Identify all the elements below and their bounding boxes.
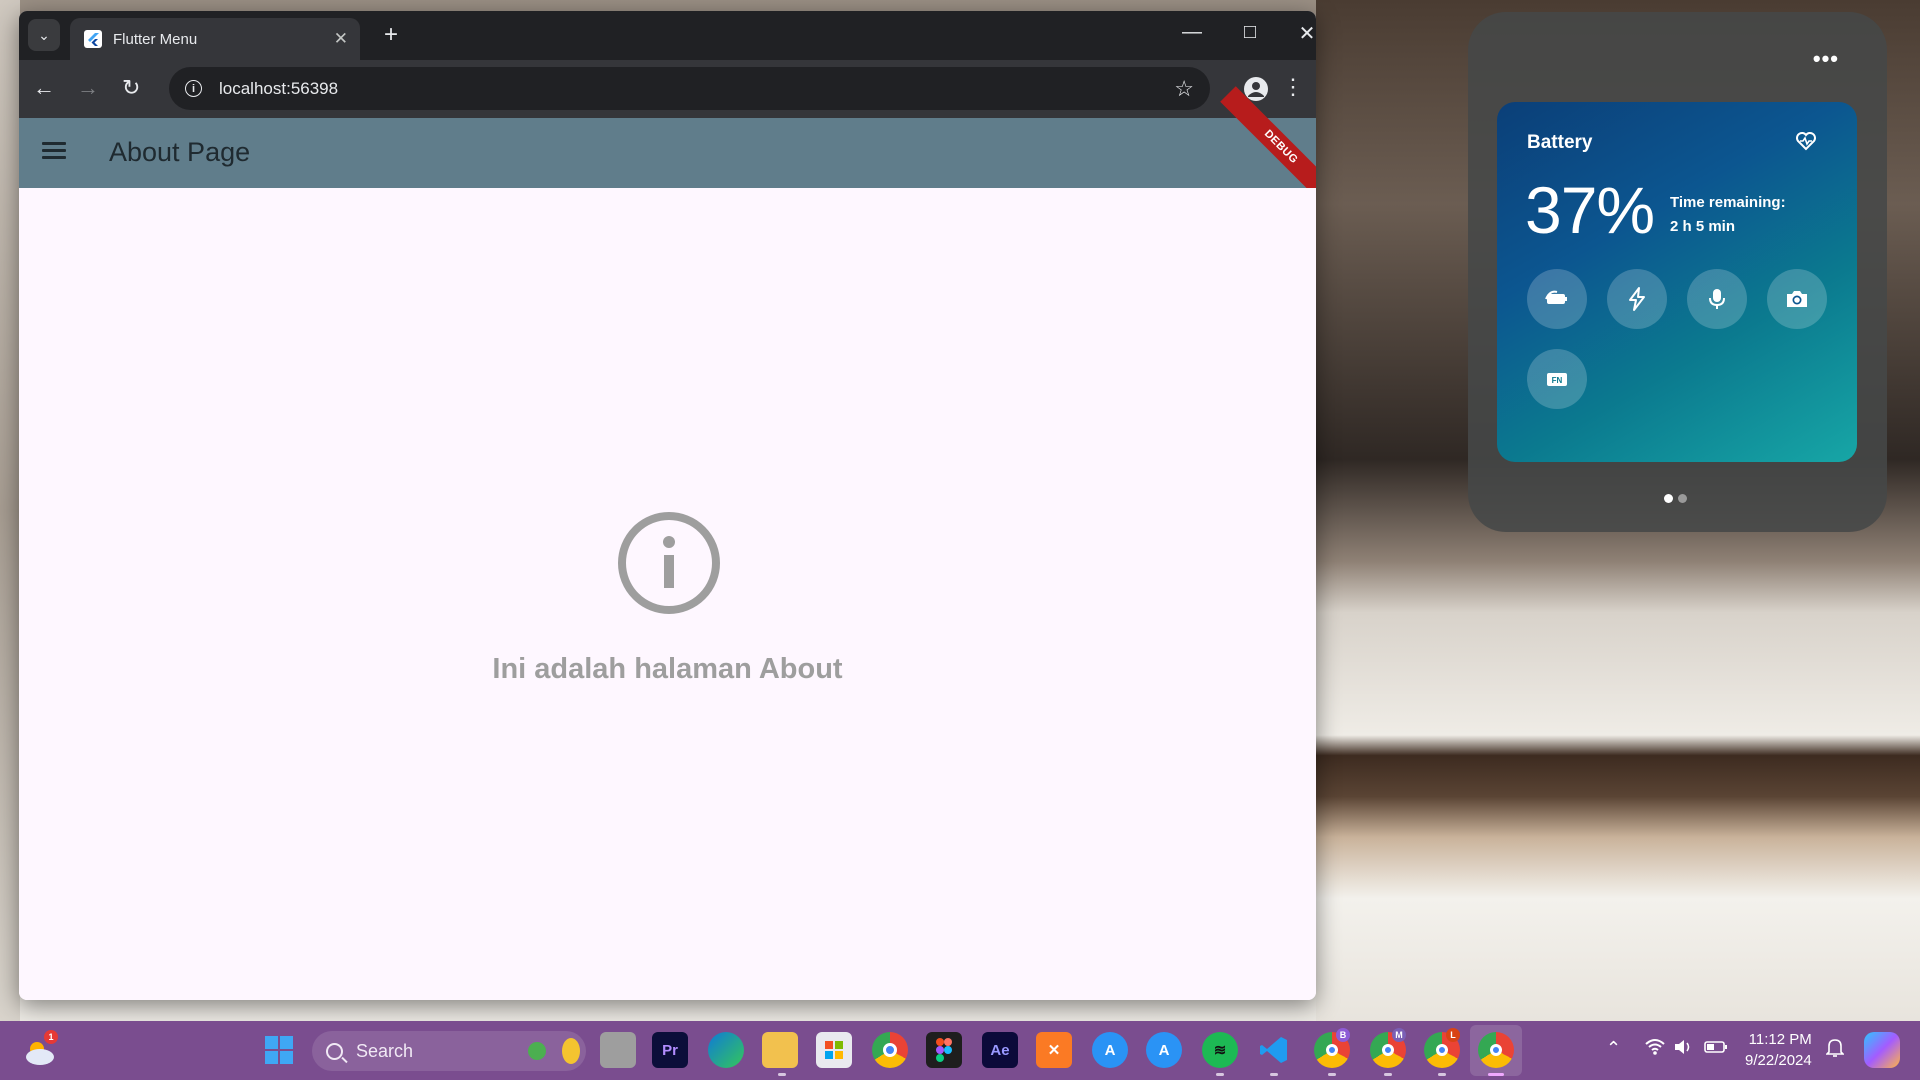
battery-saver-icon [1545,290,1567,304]
microphone-button[interactable] [1687,269,1747,329]
app-store-a-icon[interactable]: A [1092,1032,1128,1068]
bookmark-star-icon[interactable]: ☆ [1174,76,1194,102]
clock-time: 11:12 PM [1748,1031,1812,1048]
page-dot[interactable] [1678,494,1687,503]
desktop-background-left [0,0,20,1021]
edge-icon[interactable] [708,1032,744,1068]
browser-window: ⌄ Flutter Menu ✕ + — □ ✕ ← → ↻ i localho… [19,11,1316,1000]
flutter-favicon-icon [84,30,102,48]
search-icon [326,1042,343,1060]
premiere-pro-icon[interactable]: Pr [652,1032,688,1068]
clock-date: 9/22/2024 [1745,1052,1812,1069]
running-indicator [1328,1073,1336,1076]
reload-button[interactable]: ↻ [122,75,140,101]
maximize-button[interactable]: □ [1227,21,1273,44]
info-icon [618,512,720,614]
chrome-icon[interactable] [872,1032,908,1068]
wifi-icon[interactable] [1645,1038,1665,1061]
battery-saver-button[interactable] [1527,269,1587,329]
vscode-logo-icon [1260,1037,1287,1063]
power-mode-button[interactable] [1607,269,1667,329]
notification-bell-icon[interactable] [1825,1038,1845,1063]
tab-strip: ⌄ Flutter Menu ✕ + — □ ✕ [19,11,1316,60]
store-grid-icon [825,1041,843,1059]
tab-flutter-menu[interactable]: Flutter Menu ✕ [70,18,360,60]
profile-badge-m: M [1392,1028,1406,1042]
battery-health-icon[interactable] [1795,130,1817,152]
minimize-button[interactable]: — [1169,21,1215,44]
browser-menu-button[interactable]: ⋮ [1282,74,1304,100]
running-indicator [1270,1073,1278,1076]
system-clock[interactable]: 11:12 PM 9/22/2024 [1745,1029,1812,1071]
chrome-profile-b-icon[interactable]: B [1314,1028,1350,1068]
tab-search-button[interactable]: ⌄ [28,19,60,51]
page-indicator[interactable] [1664,490,1692,508]
spotify-icon[interactable]: ≋ [1202,1032,1238,1068]
after-effects-icon[interactable]: Ae [982,1032,1018,1068]
microphone-icon [1709,289,1725,309]
menu-icon[interactable] [42,142,66,160]
weather-badge: 1 [44,1030,58,1044]
figma-logo-icon [936,1038,952,1062]
camera-button[interactable] [1767,269,1827,329]
file-explorer-icon[interactable] [762,1032,798,1068]
running-indicator [778,1073,786,1076]
app-bar: About Page DEBUG [19,86,1316,208]
address-bar[interactable]: i localhost:56398 ☆ [169,67,1210,110]
forward-button[interactable]: → [77,75,99,101]
volume-icon[interactable] [1673,1038,1693,1061]
power-mode-icon [1629,287,1645,311]
battery-percentage: 37% [1525,173,1655,247]
fn-key-icon: FN [1547,373,1567,386]
about-message: Ini adalah halaman About [492,653,843,685]
chrome-profile-l-icon[interactable]: L [1424,1028,1460,1068]
search-highlight-icon [528,1038,580,1064]
copilot-icon[interactable] [520,1033,582,1069]
time-remaining-label: Time remaining: [1670,194,1786,211]
copilot-preview-icon[interactable] [1864,1032,1900,1068]
browser-toolbar: ← → ↻ i localhost:56398 ☆ ⋮ [19,60,1316,118]
camera-icon [1787,291,1807,307]
site-info-icon[interactable]: i [185,80,202,97]
fn-key-button[interactable]: FN [1527,349,1587,409]
new-tab-button[interactable]: + [384,23,398,47]
active-indicator [1488,1073,1504,1076]
chrome-profile-m-icon[interactable]: M [1370,1028,1406,1068]
running-indicator [1438,1073,1446,1076]
file-manager-icon[interactable] [600,1032,636,1068]
windows-start-icon[interactable] [264,1035,294,1065]
battery-flyout: ••• Battery 37% Time remaining: 2 h 5 mi… [1468,12,1887,532]
url-text[interactable]: localhost:56398 [219,79,1174,99]
show-hidden-icons-chevron-icon[interactable]: ⌃ [1606,1038,1621,1059]
page-title: About Page [109,137,251,167]
microsoft-store-icon[interactable] [816,1032,852,1068]
running-indicator [1384,1073,1392,1076]
weather-widget[interactable]: 1 [22,1030,58,1070]
svg-text:FN: FN [1552,376,1563,385]
close-tab-icon[interactable]: ✕ [334,29,348,49]
battery-label: Battery [1527,132,1593,153]
xampp-icon[interactable]: ✕ [1036,1032,1072,1068]
vscode-icon[interactable] [1256,1032,1292,1068]
back-button[interactable]: ← [33,75,55,101]
page-dot-active[interactable] [1664,494,1673,503]
battery-card: Battery 37% Time remaining: 2 h 5 min FN [1497,102,1857,462]
chevron-down-icon: ⌄ [38,26,50,43]
taskbar: 1 Search Pr Ae ✕ A A ≋ B M L ⌃ 11:12 PM … [0,1021,1920,1080]
close-window-button[interactable]: ✕ [1284,21,1316,46]
figma-icon[interactable] [926,1032,962,1068]
time-remaining-value: 2 h 5 min [1670,218,1736,235]
profile-badge-b: B [1336,1028,1350,1042]
chrome-active-icon[interactable] [1478,1032,1514,1068]
battery-icon[interactable] [1704,1038,1728,1061]
search-placeholder: Search [356,1040,414,1061]
more-options-icon[interactable]: ••• [1813,46,1839,72]
running-indicator [1216,1073,1224,1076]
profile-badge-l: L [1446,1028,1460,1042]
app-store-b-icon[interactable]: A [1146,1032,1182,1068]
app-body: Ini adalah halaman About [19,188,1316,1000]
tab-title: Flutter Menu [113,30,198,48]
